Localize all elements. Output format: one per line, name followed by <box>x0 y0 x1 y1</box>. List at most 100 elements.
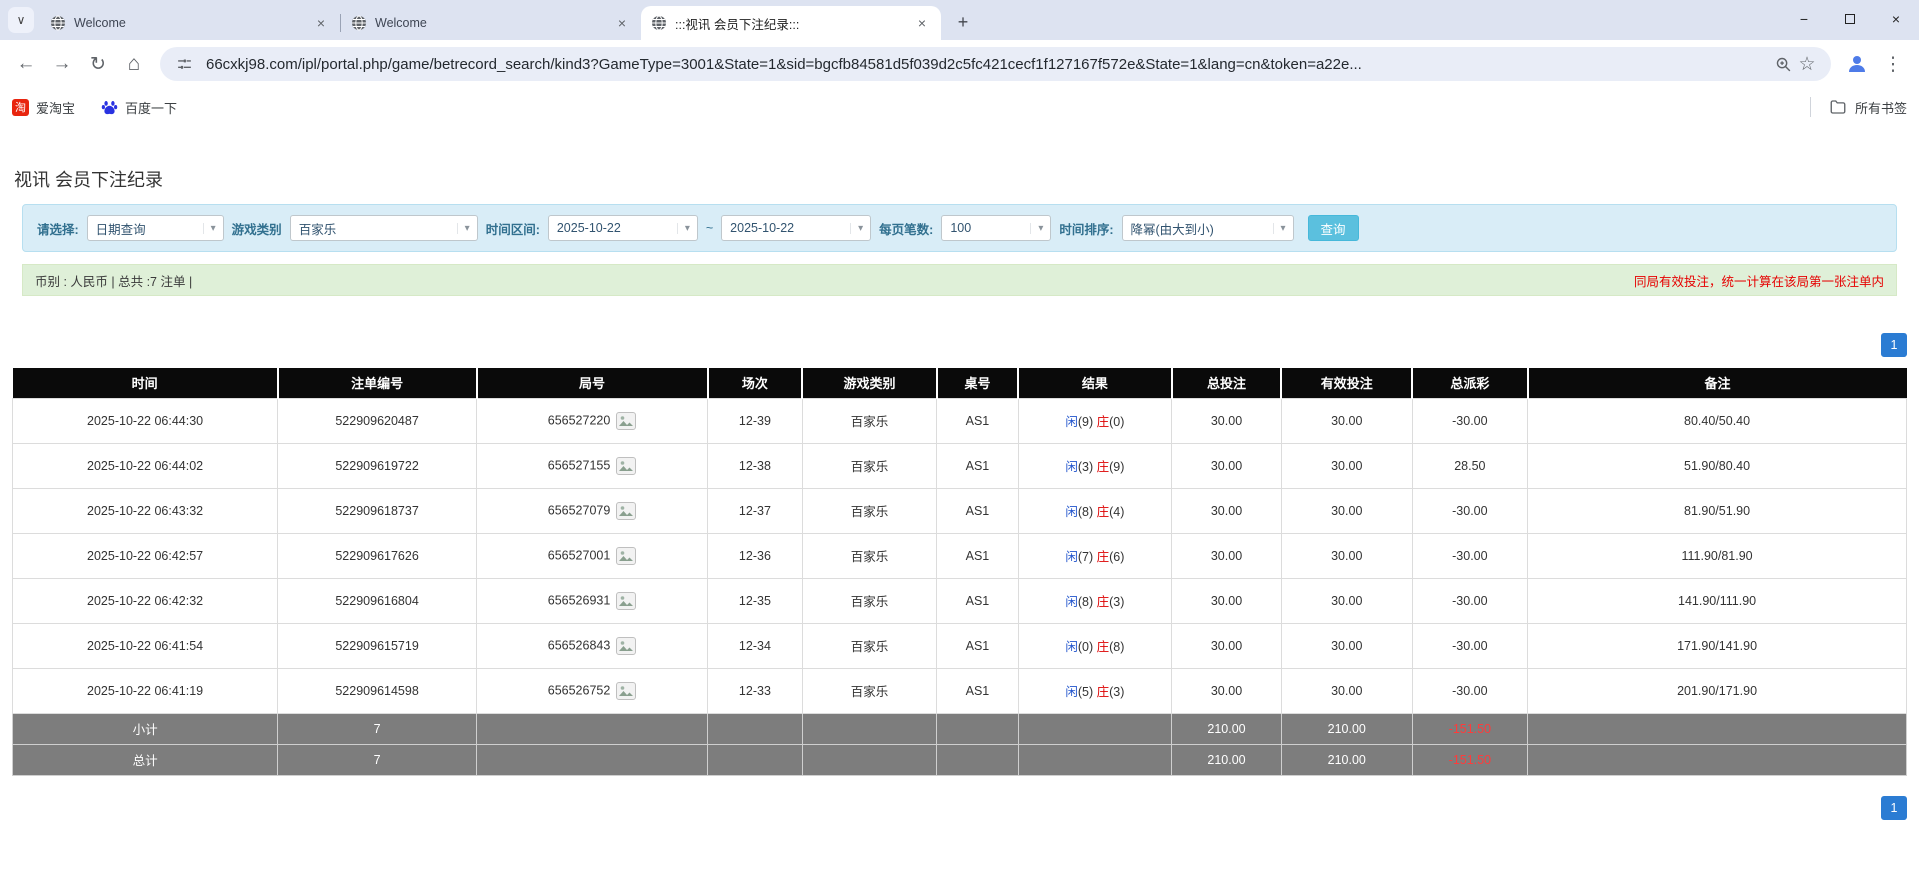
result-player: 闲(7) <box>1065 550 1094 564</box>
round-result-image-icon[interactable] <box>616 501 637 520</box>
all-bookmarks[interactable]: 所有书签 <box>1809 97 1907 117</box>
cell-session: 12-35 <box>707 577 803 624</box>
bet-table-body: 2025-10-22 06:44:30 522909620487 656527220… <box>11 397 1907 776</box>
page-title: 视讯 会员下注纪录 <box>14 170 164 190</box>
table-row: 2025-10-22 06:41:19 522909614598 656526752… <box>11 667 1907 714</box>
table-row: 2025-10-22 06:44:30 522909620487 656527220… <box>11 397 1907 444</box>
bookmark-baidu[interactable]: 百度一下 <box>101 98 177 117</box>
cell-payout: -30.00 <box>1411 397 1529 444</box>
valid-bet-note: 同局有效投注，统一计算在该局第一张注单内 <box>1633 274 1884 289</box>
result-banker: 庄(3) <box>1096 685 1125 699</box>
result-banker: 庄(8) <box>1096 640 1125 654</box>
footer-empty <box>707 743 803 776</box>
new-tab-button[interactable]: + <box>949 8 977 36</box>
cell-bet-number: 522909619722 <box>277 442 478 489</box>
address-bar[interactable]: 66cxkj98.com/ipl/portal.php/game/betreco… <box>160 47 1831 81</box>
cell-total-bet[interactable]: 30.00 <box>1171 442 1282 489</box>
reload-icon[interactable]: ↻ <box>82 48 114 80</box>
tab-close-icon[interactable]: × <box>913 14 931 32</box>
browser-tab-1[interactable]: Welcome × <box>40 6 340 40</box>
bookmark-star-icon[interactable]: ☆ <box>1795 52 1819 76</box>
round-result-image-icon[interactable] <box>616 546 637 565</box>
profile-avatar-icon[interactable] <box>1841 48 1873 80</box>
footer-count: 7 <box>277 743 478 776</box>
column-header: 总投注 <box>1170 368 1282 398</box>
page-size-label: 每页笔数: <box>879 222 934 237</box>
cell-bet-number: 522909616804 <box>277 577 478 624</box>
back-icon[interactable]: ← <box>10 48 42 80</box>
query-mode-select[interactable]: 日期查询 ▾ <box>86 215 224 241</box>
cell-note: 141.90/111.90 <box>1527 577 1907 624</box>
cell-session: 12-37 <box>707 487 803 534</box>
taobao-icon: 淘 <box>12 98 29 116</box>
tab-search-button[interactable]: ∨ <box>8 7 34 33</box>
chevron-down-icon: ▾ <box>1030 222 1050 234</box>
window-close-button[interactable]: × <box>1873 0 1919 38</box>
column-header: 局号 <box>475 368 708 398</box>
round-result-image-icon[interactable] <box>616 456 637 475</box>
cell-valid-bet: 30.00 <box>1280 397 1413 444</box>
cell-total-bet[interactable]: 30.00 <box>1171 397 1282 444</box>
cell-result: 闲(7) 庄(6) <box>1017 532 1173 579</box>
cell-total-bet[interactable]: 30.00 <box>1171 487 1282 534</box>
cell-total-bet[interactable]: 30.00 <box>1171 577 1282 624</box>
cell-bet-number: 522909618737 <box>277 487 478 534</box>
round-result-image-icon[interactable] <box>616 681 637 700</box>
date-to-select[interactable]: 2025-10-22 ▾ <box>721 215 872 241</box>
table-row: 2025-10-22 06:41:54 522909615719 656526843… <box>11 622 1907 669</box>
cell-bet-number: 522909615719 <box>277 622 478 669</box>
bookmark-taobao[interactable]: 淘 爱淘宝 <box>12 98 75 117</box>
footer-empty <box>801 712 938 745</box>
url-text[interactable]: 66cxkj98.com/ipl/portal.php/game/betreco… <box>206 56 1761 73</box>
cell-total-bet[interactable]: 30.00 <box>1171 532 1282 579</box>
cell-total-bet[interactable]: 30.00 <box>1171 622 1282 669</box>
sort-order-select[interactable]: 降幂(由大到小) ▾ <box>1121 215 1294 241</box>
window-minimize-button[interactable]: − <box>1781 0 1827 38</box>
cell-total-bet[interactable]: 30.00 <box>1171 667 1282 714</box>
site-settings-icon[interactable] <box>172 52 196 76</box>
page-number-button[interactable]: 1 <box>1881 795 1907 820</box>
cell-valid-bet: 30.00 <box>1280 622 1413 669</box>
page-size-select[interactable]: 100 ▾ <box>941 215 1052 241</box>
browser-tab-active[interactable]: :::视讯 会员下注纪录::: × <box>641 6 941 40</box>
footer-valid-bet: 210.00 <box>1280 743 1413 776</box>
cell-game-type: 百家乐 <box>801 532 938 579</box>
round-result-image-icon[interactable] <box>616 591 637 610</box>
column-header: 场次 <box>706 368 803 398</box>
browser-tab-2[interactable]: Welcome × <box>341 6 641 40</box>
window-maximize-button[interactable] <box>1827 0 1873 38</box>
column-header: 注单编号 <box>276 368 477 398</box>
browser-menu-icon[interactable]: ⋮ <box>1877 48 1909 80</box>
home-icon[interactable]: ⌂ <box>118 48 150 80</box>
page-number-button[interactable]: 1 <box>1881 333 1907 357</box>
game-type-label: 游戏类别 <box>231 222 282 237</box>
cell-table-number: AS1 <box>936 667 1019 714</box>
footer-empty <box>707 712 803 745</box>
game-type-select[interactable]: 百家乐 ▾ <box>289 215 478 241</box>
zoom-icon[interactable] <box>1771 52 1795 76</box>
footer-total-bet: 210.00 <box>1171 712 1282 745</box>
cell-time: 2025-10-22 06:44:02 <box>11 442 279 489</box>
tab-close-icon[interactable]: × <box>312 14 330 32</box>
cell-time: 2025-10-22 06:43:32 <box>11 487 279 534</box>
column-header: 总派彩 <box>1411 368 1528 398</box>
cell-payout: 28.50 <box>1411 442 1529 489</box>
cell-result: 闲(5) 庄(3) <box>1017 667 1173 714</box>
round-result-image-icon[interactable] <box>616 411 637 430</box>
cell-time: 2025-10-22 06:41:54 <box>11 622 279 669</box>
cell-game-type: 百家乐 <box>801 622 938 669</box>
forward-icon[interactable]: → <box>46 48 78 80</box>
date-from-select[interactable]: 2025-10-22 ▾ <box>547 215 698 241</box>
chevron-down-icon: ▾ <box>676 222 697 234</box>
pagination-bottom: 1 <box>12 795 1907 820</box>
sort-order-value: 降幂(由大到小) <box>1130 222 1214 237</box>
footer-label: 小计 <box>11 712 279 745</box>
subtotal-row: 小计 7 210.00 210.00 -151.50 <box>11 712 1907 745</box>
round-result-image-icon[interactable] <box>616 636 637 655</box>
result-banker: 庄(9) <box>1096 460 1125 474</box>
browser-tab-strip: ∨ Welcome × Welcome × :::视讯 会员下注纪录::: × … <box>0 0 1919 40</box>
tab-close-icon[interactable]: × <box>613 14 631 32</box>
column-header: 桌号 <box>935 368 1019 398</box>
cell-session: 12-34 <box>707 622 803 669</box>
query-button[interactable]: 查询 <box>1307 215 1359 241</box>
